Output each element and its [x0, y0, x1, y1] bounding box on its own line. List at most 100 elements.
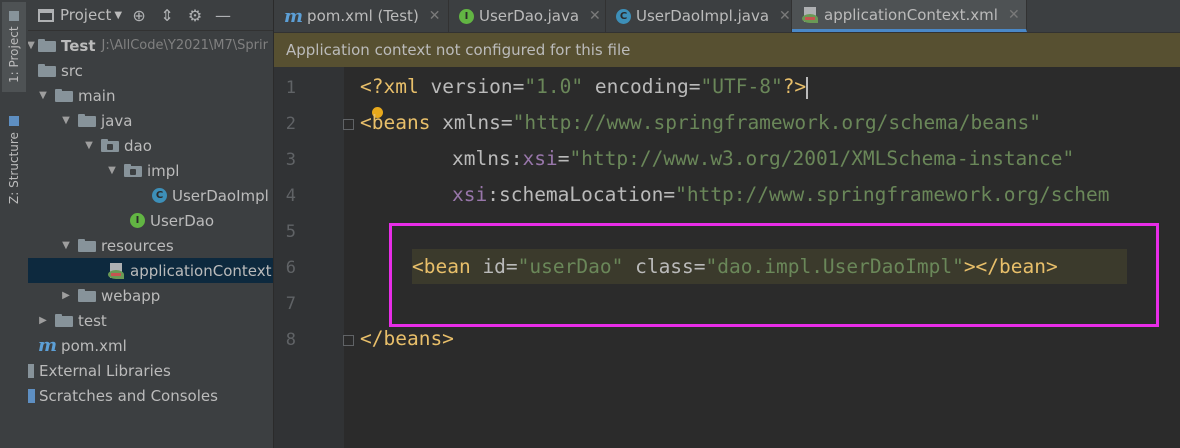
maven-icon: m: [284, 5, 304, 27]
tree-item-test-module[interactable]: ▼ Test J:\AllCode\Y2021\M7\Sprir: [28, 33, 273, 58]
folder-icon: [38, 64, 56, 77]
module-folder-icon: [38, 39, 56, 52]
structure-tool-tab[interactable]: Z: Structure: [2, 110, 26, 210]
chevron-down-icon: ▼: [62, 240, 70, 251]
tab-label: UserDao.java: [479, 7, 580, 25]
tree-item-label: main: [78, 86, 116, 105]
package-icon: [124, 164, 142, 177]
code-line-3: xmlns:xsi="http://www.w3.org/2001/XMLSch…: [452, 147, 1075, 170]
code-line-1: <?xml version="1.0" encoding="UTF-8"?>: [360, 75, 809, 99]
tree-item-label: Scratches and Consoles: [39, 386, 218, 405]
project-tab-label: 1: Project: [7, 26, 21, 84]
tree-item-label: UserDao: [150, 211, 215, 230]
fold-marker[interactable]: [343, 119, 354, 130]
tree-item-resources[interactable]: ▼ resources: [28, 233, 273, 258]
code-line-4: xsi:schemaLocation="http://www.springfra…: [452, 183, 1110, 206]
tree-item-test[interactable]: ▶ test: [28, 308, 273, 333]
tree-item-label: webapp: [101, 286, 161, 305]
folder-icon: [55, 89, 73, 102]
tab-label: UserDaoImpl.java: [636, 7, 770, 25]
line-number: 8: [285, 330, 296, 350]
web-folder-icon: [78, 289, 96, 302]
tree-item-main[interactable]: ▼ main: [28, 83, 273, 108]
editor-tab-bar: m pom.xml (Test) ✕ I UserDao.java ✕ C Us…: [274, 0, 1180, 33]
tree-item-userdaoimpl[interactable]: C UserDaoImpl: [28, 183, 273, 208]
tree-item-label: test: [78, 311, 107, 330]
line-number: 7: [285, 294, 296, 314]
annotation-highlight-box: [389, 223, 1159, 327]
tree-item-label: External Libraries: [39, 361, 171, 380]
tree-item-label: java: [101, 111, 133, 130]
folder-icon: [55, 314, 73, 327]
line-number: 2: [285, 114, 296, 134]
tree-item-pom[interactable]: m pom.xml: [28, 333, 273, 358]
tree-item-label: dao: [124, 136, 152, 155]
module-path: J:\AllCode\Y2021\M7\Sprir: [101, 38, 268, 53]
collapse-all-icon[interactable]: ⇕: [156, 4, 178, 26]
text-caret: [806, 76, 809, 99]
class-icon: C: [152, 188, 167, 203]
spring-xml-icon: [802, 6, 820, 23]
chevron-down-icon: ▼: [39, 90, 47, 101]
tree-item-label: impl: [147, 161, 180, 180]
line-number: 6: [285, 258, 296, 278]
hide-icon[interactable]: —: [212, 4, 234, 26]
interface-icon: I: [459, 8, 474, 24]
project-view-selector[interactable]: Project ▼: [38, 6, 122, 24]
project-window-icon: [38, 8, 54, 22]
structure-icon: [9, 116, 19, 127]
chevron-down-icon: ▼: [108, 165, 116, 176]
tree-item-java[interactable]: ▼ java: [28, 108, 273, 133]
close-icon[interactable]: ✕: [429, 8, 441, 24]
tab-applicationcontext-xml[interactable]: applicationContext.xml ✕: [792, 0, 1027, 32]
gear-icon[interactable]: ⚙: [184, 4, 206, 26]
close-icon[interactable]: ✕: [779, 8, 791, 24]
chevron-right-icon: ▶: [62, 290, 70, 301]
tree-item-impl[interactable]: ▼ impl: [28, 158, 273, 183]
source-folder-icon: [78, 114, 96, 127]
folder-icon: [9, 10, 19, 21]
chevron-down-icon: ▼: [85, 140, 93, 151]
context-warning-banner: Application context not configured for t…: [274, 33, 1180, 67]
tree-item-userdao[interactable]: I UserDao: [28, 208, 273, 233]
tree-item-dao[interactable]: ▼ dao: [28, 133, 273, 158]
left-tool-stripe: 1: Project Z: Structure: [0, 0, 29, 448]
tree-item-label: Test: [61, 36, 96, 55]
project-toolbar: Project ▼ ⊕ ⇕ ⚙ —: [28, 0, 273, 31]
maven-icon: m: [38, 335, 58, 356]
chevron-down-icon: ▼: [62, 115, 70, 126]
chevron-right-icon: ▶: [39, 315, 47, 326]
tree-item-scratches[interactable]: Scratches and Consoles: [28, 383, 273, 408]
tree-item-external-libraries[interactable]: External Libraries: [28, 358, 273, 383]
tab-userdaoimpl-java[interactable]: C UserDaoImpl.java ✕: [606, 0, 792, 32]
tab-label: pom.xml (Test): [307, 7, 419, 25]
structure-tab-label: Z: Structure: [7, 132, 21, 204]
tree-item-label: src: [61, 61, 83, 80]
interface-icon: I: [130, 213, 145, 228]
class-icon: C: [616, 8, 631, 24]
tab-userdao-java[interactable]: I UserDao.java ✕: [449, 0, 606, 32]
spring-xml-icon: [108, 262, 126, 279]
tree-item-webapp[interactable]: ▶ webapp: [28, 283, 273, 308]
tree-item-label: resources: [101, 236, 174, 255]
package-icon: [101, 139, 119, 152]
tree-item-applicationcontext[interactable]: applicationContext.: [28, 258, 273, 283]
tab-label: applicationContext.xml: [824, 5, 998, 24]
chevron-down-icon: ▼: [28, 40, 38, 51]
code-line-8: </beans>: [360, 327, 454, 350]
fold-marker[interactable]: [343, 335, 354, 346]
project-tool-tab[interactable]: 1: Project: [2, 2, 26, 92]
line-number: 3: [285, 150, 296, 170]
line-number: 5: [285, 222, 296, 242]
code-line-2: <beans xmlns="http://www.springframework…: [360, 111, 1041, 134]
libraries-icon: [28, 363, 34, 378]
scratches-icon: [28, 388, 35, 403]
resources-folder-icon: [78, 239, 96, 252]
tree-item-src[interactable]: src: [28, 58, 273, 83]
tree-item-label: pom.xml: [61, 336, 127, 355]
locate-icon[interactable]: ⊕: [128, 4, 150, 26]
banner-message: Application context not configured for t…: [286, 41, 631, 59]
close-icon[interactable]: ✕: [589, 8, 601, 24]
close-icon[interactable]: ✕: [1008, 7, 1020, 23]
tab-pom-xml[interactable]: m pom.xml (Test) ✕: [274, 0, 449, 32]
